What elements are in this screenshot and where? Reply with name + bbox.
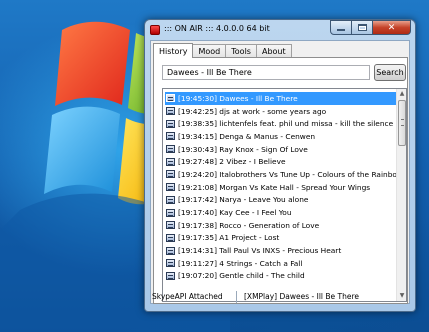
status-skype: SkypeAPI Attached xyxy=(152,292,223,301)
title-bar[interactable]: ::: ON AIR ::: 4.0.0.0 64 bit ✕ xyxy=(145,20,415,40)
scroll-thumb[interactable] xyxy=(398,100,406,146)
list-item-label: [19:21:08] Morgan Vs Kate Hall - Spread … xyxy=(178,182,371,192)
scroll-up-arrow-icon[interactable]: ▲ xyxy=(397,89,406,99)
history-list[interactable]: [19:45:30] Dawees - Ill Be There [19:42:2… xyxy=(162,88,407,302)
track-icon xyxy=(166,259,175,268)
list-item-label: [19:24:20] Italobrothers Vs Tune Up - Co… xyxy=(178,169,403,179)
list-item-label: [19:27:48] 2 Vibez - I Believe xyxy=(178,157,286,167)
list-item-label: [19:11:27] 4 Strings - Catch a Fall xyxy=(178,258,303,268)
list-item-label: [19:30:43] Ray Knox - Sign Of Love xyxy=(178,144,308,154)
list-item[interactable]: [19:11:27] 4 Strings - Catch a Fall xyxy=(165,257,398,270)
list-item[interactable]: [19:17:40] Kay Cee - I Feel You xyxy=(165,206,398,219)
track-icon xyxy=(166,246,175,255)
list-item-label: [19:38:35] lichtenfels feat. phil und mi… xyxy=(178,119,394,129)
track-icon xyxy=(166,221,175,230)
tab-tools[interactable]: Tools xyxy=(225,44,257,58)
list-item[interactable]: [19:17:42] Narya - Leave You alone xyxy=(165,194,398,207)
track-icon xyxy=(166,195,175,204)
maximize-icon xyxy=(357,24,367,31)
track-icon xyxy=(166,233,175,242)
on-air-window: ::: ON AIR ::: 4.0.0.0 64 bit ✕ History … xyxy=(144,19,416,312)
list-item-label: [19:34:15] Denga & Manus - Cenwen xyxy=(178,131,316,141)
scroll-grip-icon xyxy=(401,119,404,126)
list-item[interactable]: [19:21:08] Morgan Vs Kate Hall - Spread … xyxy=(165,181,398,194)
minimize-button[interactable] xyxy=(330,20,352,35)
list-item[interactable]: [19:27:48] 2 Vibez - I Believe xyxy=(165,155,398,168)
status-divider xyxy=(236,291,237,303)
list-item[interactable]: [19:34:15] Denga & Manus - Cenwen xyxy=(165,130,398,143)
track-icon xyxy=(166,107,175,116)
list-item-label: [19:14:31] Tall Paul Vs INXS - Precious … xyxy=(178,246,342,256)
list-item[interactable]: [19:24:20] Italobrothers Vs Tune Up - Co… xyxy=(165,168,403,181)
track-icon xyxy=(166,183,175,192)
list-item[interactable]: [19:07:20] Gentle child - The child xyxy=(165,270,398,283)
track-icon xyxy=(166,145,175,154)
list-item[interactable]: [19:30:43] Ray Knox - Sign Of Love xyxy=(165,143,398,156)
track-icon xyxy=(166,170,175,179)
list-item[interactable]: [19:45:30] Dawees - Ill Be There xyxy=(165,92,398,105)
vertical-scrollbar[interactable]: ▲ ▼ xyxy=(396,89,406,301)
app-icon xyxy=(150,25,160,35)
status-bar: SkypeAPI Attached [XMPlay] Dawees - Ill … xyxy=(150,291,410,311)
track-icon xyxy=(166,119,175,128)
minimize-icon xyxy=(337,29,345,31)
close-icon: ✕ xyxy=(387,22,396,33)
tab-about[interactable]: About xyxy=(255,44,292,58)
list-item[interactable]: [19:42:25] djs at work - some years ago xyxy=(165,105,398,118)
tab-strip: History Mood Tools About xyxy=(153,43,292,58)
caption-buttons: ✕ xyxy=(330,20,411,36)
list-item-label: [19:45:30] Dawees - Ill Be There xyxy=(178,93,298,103)
history-panel: Search [19:45:30] Dawees - Ill Be There[… xyxy=(153,57,408,304)
tab-mood[interactable]: Mood xyxy=(192,44,227,58)
list-item-label: [19:17:38] Rocco - Generation of Love xyxy=(178,220,320,230)
client-area: History Mood Tools About Search [19:45:3… xyxy=(150,40,410,304)
scroll-down-arrow-icon[interactable]: ▼ xyxy=(397,291,406,301)
close-button[interactable]: ✕ xyxy=(373,20,411,35)
tab-history[interactable]: History xyxy=(153,43,194,58)
list-item-label: [19:42:25] djs at work - some years ago xyxy=(178,106,327,116)
list-item[interactable]: [19:38:35] lichtenfels feat. phil und mi… xyxy=(165,117,398,130)
search-button[interactable]: Search xyxy=(374,64,406,81)
list-item-label: [19:17:40] Kay Cee - I Feel You xyxy=(178,208,292,218)
list-item-label: [19:07:20] Gentle child - The child xyxy=(178,271,305,281)
maximize-button[interactable] xyxy=(352,20,373,35)
list-item[interactable]: [19:17:38] Rocco - Generation of Love xyxy=(165,219,398,232)
track-icon xyxy=(166,94,175,103)
window-title: ::: ON AIR ::: 4.0.0.0 64 bit xyxy=(164,24,270,33)
track-icon xyxy=(166,132,175,141)
track-icon xyxy=(166,208,175,217)
status-now-playing: [XMPlay] Dawees - Ill Be There xyxy=(244,292,359,301)
list-item-label: [19:17:42] Narya - Leave You alone xyxy=(178,195,309,205)
track-icon xyxy=(166,271,175,280)
list-item[interactable]: [19:17:35] A1 Project - Lost xyxy=(165,232,398,245)
list-item-label: [19:17:35] A1 Project - Lost xyxy=(178,233,280,243)
list-item[interactable]: [19:14:31] Tall Paul Vs INXS - Precious … xyxy=(165,244,398,257)
search-input[interactable] xyxy=(162,65,370,80)
history-rows: [19:45:30] Dawees - Ill Be There [19:42:2… xyxy=(165,92,403,283)
track-icon xyxy=(166,157,175,166)
